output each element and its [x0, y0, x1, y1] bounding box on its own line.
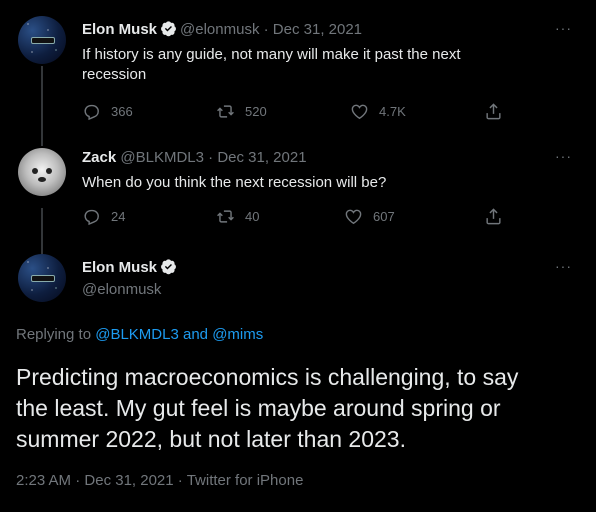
thread-line: [41, 208, 43, 254]
verified-badge-icon: [161, 259, 176, 275]
separator: ·: [208, 149, 214, 166]
share-button[interactable]: [484, 207, 513, 226]
more-options-icon[interactable]: ···: [555, 148, 572, 164]
more-options-icon[interactable]: ···: [555, 258, 572, 274]
author-name[interactable]: Elon Musk: [82, 21, 157, 38]
share-icon: [486, 208, 501, 225]
tweet-actions: 366 520 4.7K: [82, 102, 512, 122]
tweet-actions: 24 40 607: [82, 207, 512, 227]
mention-link[interactable]: @BLKMDL3: [95, 326, 179, 343]
separator: ·: [75, 472, 81, 489]
thread-line: [41, 66, 43, 146]
heart-icon: [345, 209, 362, 225]
retweet-count: 520: [245, 104, 267, 119]
tweet-source[interactable]: Twitter for iPhone: [187, 472, 304, 489]
author-name[interactable]: Elon Musk: [82, 259, 157, 276]
tweet-text-line: Predicting macroeconomics is challenging…: [16, 364, 519, 390]
author-name[interactable]: Zack: [82, 149, 116, 166]
reply-count: 24: [111, 209, 126, 224]
retweet-button[interactable]: 40: [216, 207, 259, 226]
share-button[interactable]: [484, 102, 513, 121]
tweet-text: If history is any guide, not many will m…: [82, 45, 461, 85]
heart-icon: [351, 104, 368, 120]
avatar[interactable]: [18, 148, 66, 196]
and-label: and: [182, 326, 209, 343]
tweet-text-line: summer 2022, but not later than 2023.: [16, 426, 406, 452]
separator: ·: [177, 472, 183, 489]
separator: ·: [263, 21, 269, 38]
avatar[interactable]: [18, 254, 66, 302]
verified-badge-icon: [161, 21, 176, 37]
share-icon: [486, 103, 501, 120]
like-count: 607: [373, 209, 395, 224]
replying-to: Replying to @BLKMDL3 and @mims: [16, 326, 263, 343]
mention-link[interactable]: @mims: [212, 326, 263, 343]
like-button[interactable]: 4.7K: [350, 102, 406, 121]
tweet-text-line: the least. My gut feel is maybe around s…: [16, 395, 501, 421]
reply-icon: [84, 209, 99, 226]
tweet-meta: 2:23 AM · Dec 31, 2021 · Twitter for iPh…: [16, 472, 303, 489]
retweet-count: 40: [245, 209, 260, 224]
like-count: 4.7K: [379, 104, 406, 119]
author-handle[interactable]: @elonmusk: [82, 280, 161, 300]
retweet-button[interactable]: 520: [216, 102, 267, 121]
tweet-text: When do you think the next recession wil…: [82, 174, 387, 191]
tweet-text-line: If history is any guide, not many will m…: [82, 46, 461, 63]
avatar[interactable]: [18, 16, 66, 64]
author-handle[interactable]: @BLKMDL3: [120, 149, 204, 166]
reply-icon: [84, 104, 99, 121]
replying-to-label: Replying to: [16, 326, 92, 343]
like-button[interactable]: 607: [344, 207, 395, 226]
tweet-date[interactable]: Dec 31, 2021: [273, 21, 362, 38]
retweet-icon: [217, 210, 234, 223]
tweet-time[interactable]: 2:23 AM: [16, 472, 71, 489]
main-tweet-text: Predicting macroeconomics is challenging…: [16, 362, 582, 455]
reply-button[interactable]: 24: [82, 207, 125, 226]
retweet-icon: [217, 105, 234, 118]
tweet-date[interactable]: Dec 31, 2021: [84, 472, 173, 489]
author-handle[interactable]: @elonmusk: [180, 21, 259, 38]
reply-count: 366: [111, 104, 133, 119]
reply-button[interactable]: 366: [82, 102, 133, 121]
tweet-text-line: recession: [82, 66, 147, 83]
tweet-date[interactable]: Dec 31, 2021: [217, 149, 306, 166]
more-options-icon[interactable]: ···: [555, 20, 572, 36]
